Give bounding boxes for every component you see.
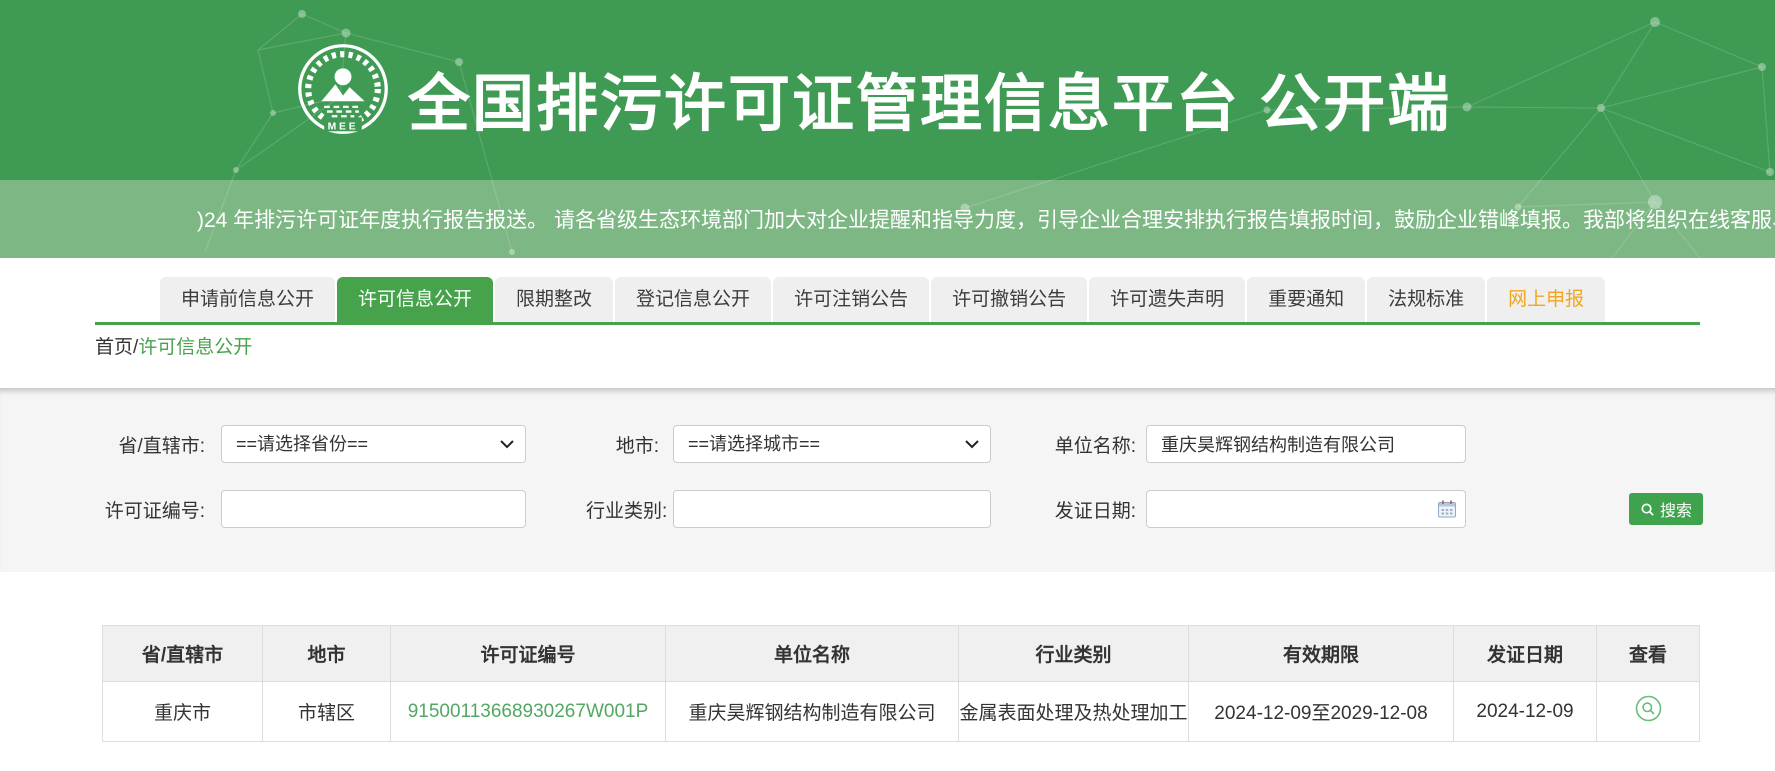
tab-regulations-standards[interactable]: 法规标准 — [1367, 277, 1485, 322]
col-issue-date: 发证日期 — [1454, 626, 1597, 682]
city-field: 地市: ==请选择城市== — [586, 425, 991, 463]
company-name-input[interactable] — [1146, 425, 1466, 463]
mee-logo: MEE — [296, 42, 390, 136]
cell-industry: 金属表面处理及热处理加工 — [959, 682, 1189, 742]
site-title: 全国排污许可证管理信息平台 公开端 — [408, 53, 1451, 143]
col-view: 查看 — [1597, 626, 1700, 682]
results-section: 省/直辖市 地市 许可证编号 单位名称 行业类别 有效期限 发证日期 查看 重庆… — [102, 625, 1775, 742]
permit-no-input[interactable] — [221, 490, 526, 528]
search-button[interactable]: 搜索 — [1629, 493, 1703, 525]
results-table: 省/直辖市 地市 许可证编号 单位名称 行业类别 有效期限 发证日期 查看 重庆… — [102, 625, 1700, 742]
main-nav: 申请前信息公开 许可信息公开 限期整改 登记信息公开 许可注销公告 许可撤销公告… — [0, 277, 1775, 358]
tab-online-declaration[interactable]: 网上申报 — [1487, 277, 1605, 322]
issue-date-input[interactable] — [1146, 490, 1466, 528]
breadcrumb: 首页/许可信息公开 — [95, 338, 1775, 358]
cell-province: 重庆市 — [103, 682, 263, 742]
col-city: 地市 — [263, 626, 391, 682]
province-label: 省/直辖市: — [95, 431, 205, 458]
col-permit-no: 许可证编号 — [391, 626, 666, 682]
tab-deadline-rectification[interactable]: 限期整改 — [495, 277, 613, 322]
cell-company: 重庆昊辉钢结构制造有限公司 — [666, 682, 959, 742]
province-field: 省/直辖市: ==请选择省份== — [95, 425, 526, 463]
industry-field: 行业类别: — [586, 490, 991, 528]
industry-label: 行业类别: — [586, 496, 659, 523]
col-company: 单位名称 — [666, 626, 959, 682]
city-select[interactable]: ==请选择城市== — [673, 425, 991, 463]
search-button-label: 搜索 — [1660, 497, 1692, 521]
tab-underline — [95, 322, 1700, 325]
province-select[interactable]: ==请选择省份== — [221, 425, 526, 463]
issue-date-label: 发证日期: — [1046, 496, 1136, 523]
tab-permit-info-disclosure[interactable]: 许可信息公开 — [337, 277, 493, 322]
tab-permit-revocation-notice[interactable]: 许可撤销公告 — [931, 277, 1087, 322]
view-magnifier-icon[interactable] — [1635, 695, 1662, 722]
tab-permit-cancellation-notice[interactable]: 许可注销公告 — [773, 277, 929, 322]
search-form-row-2: 许可证编号: 行业类别: 发证日期: — [95, 490, 1775, 528]
breadcrumb-home-link[interactable]: 首页 — [95, 337, 133, 358]
table-header-row: 省/直辖市 地市 许可证编号 单位名称 行业类别 有效期限 发证日期 查看 — [103, 626, 1700, 682]
table-row: 重庆市 市辖区 91500113668930267W001P 重庆昊辉钢结构制造… — [103, 682, 1700, 742]
col-validity: 有效期限 — [1189, 626, 1454, 682]
search-form-row-1: 省/直辖市: ==请选择省份== 地市: ==请选择城市== — [95, 425, 1775, 463]
breadcrumb-current: 许可信息公开 — [138, 337, 252, 358]
city-label: 地市: — [586, 431, 659, 458]
tab-registration-info-disclosure[interactable]: 登记信息公开 — [615, 277, 771, 322]
announcement-text: )24 年排污许可证年度执行报告报送。 请各省级生态环境部门加大对企业提醒和指导… — [197, 204, 1775, 234]
nav-tabs: 申请前信息公开 许可信息公开 限期整改 登记信息公开 许可注销公告 许可撤销公告… — [160, 277, 1775, 322]
svg-text:MEE: MEE — [328, 121, 359, 132]
issue-date-field: 发证日期: — [1046, 490, 1466, 528]
tab-permit-loss-statement[interactable]: 许可遗失声明 — [1089, 277, 1245, 322]
site-header: MEE 全国排污许可证管理信息平台 公开端 )24 年排污许可证年度执行报告报送… — [0, 0, 1775, 258]
tab-pre-application-disclosure[interactable]: 申请前信息公开 — [160, 277, 335, 322]
permit-no-label: 许可证编号: — [95, 496, 205, 523]
permit-no-field: 许可证编号: — [95, 490, 526, 528]
search-icon — [1640, 502, 1655, 517]
company-field: 单位名称: — [1046, 425, 1466, 463]
tab-important-notice[interactable]: 重要通知 — [1247, 277, 1365, 322]
permit-number-link[interactable]: 91500113668930267W001P — [408, 701, 649, 722]
industry-input[interactable] — [673, 490, 991, 528]
company-name-label: 单位名称: — [1046, 431, 1136, 458]
announcement-bar: )24 年排污许可证年度执行报告报送。 请各省级生态环境部门加大对企业提醒和指导… — [185, 180, 1775, 258]
calendar-icon[interactable] — [1437, 499, 1457, 519]
page: MEE 全国排污许可证管理信息平台 公开端 )24 年排污许可证年度执行报告报送… — [0, 0, 1775, 742]
cell-validity: 2024-12-09至2029-12-08 — [1189, 682, 1454, 742]
cell-city: 市辖区 — [263, 682, 391, 742]
col-industry: 行业类别 — [959, 626, 1189, 682]
search-panel: 省/直辖市: ==请选择省份== 地市: ==请选择城市== — [0, 388, 1775, 572]
col-province: 省/直辖市 — [103, 626, 263, 682]
cell-issue-date: 2024-12-09 — [1454, 682, 1597, 742]
